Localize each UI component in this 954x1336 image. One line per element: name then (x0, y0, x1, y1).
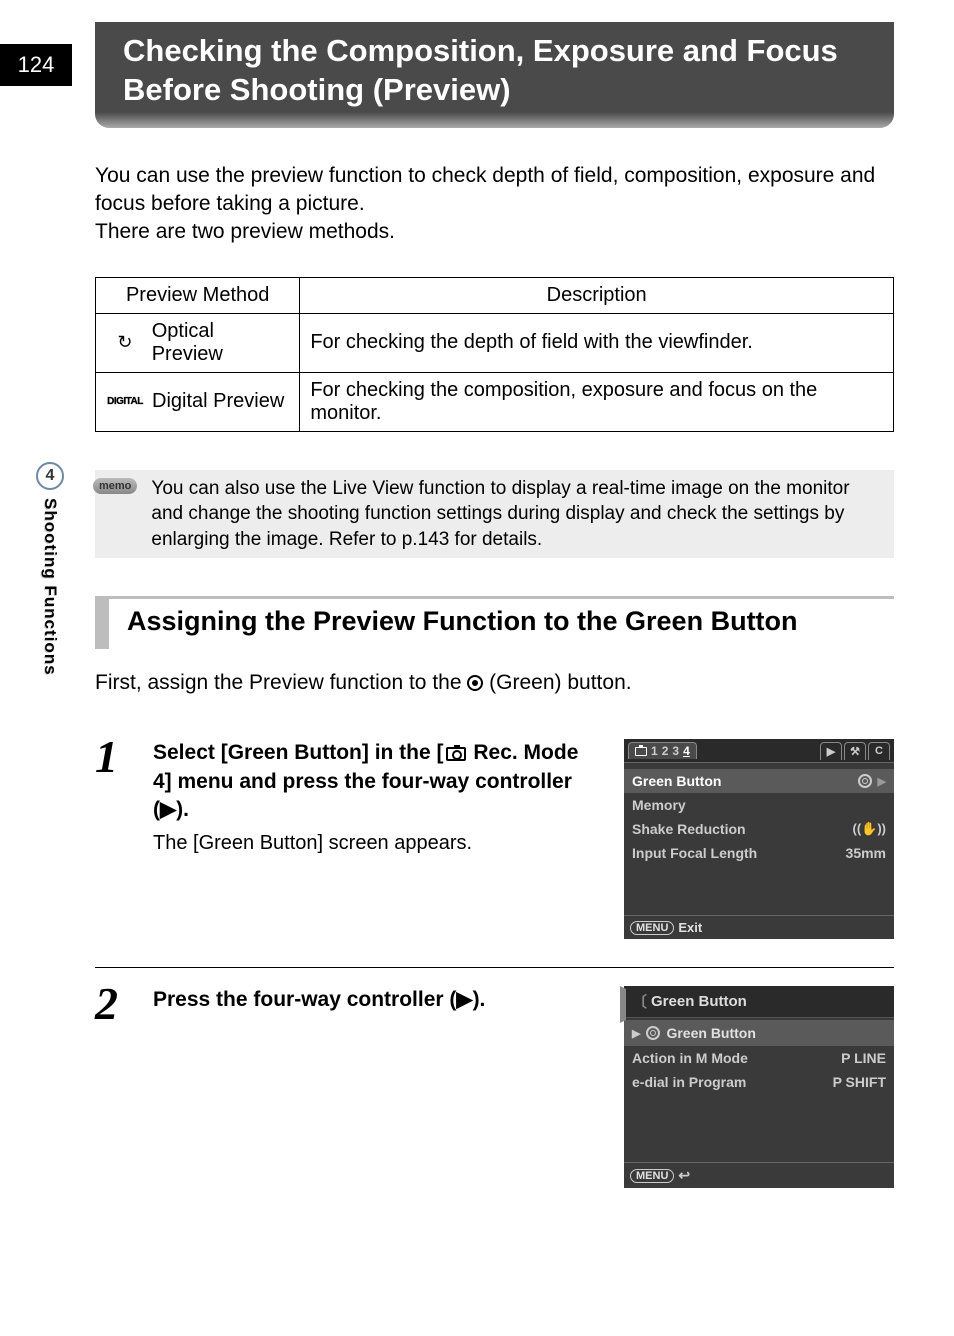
section-heading: Assigning the Preview Function to the Gr… (95, 596, 894, 649)
lcd-row-action-m-mode: Action in M Mode P LINE (632, 1046, 886, 1070)
table-header-method: Preview Method (96, 277, 300, 313)
menu-button-label: MENU (630, 921, 674, 935)
green-button-ring-icon (858, 774, 872, 788)
method-desc: For checking the depth of field with the… (300, 313, 894, 372)
lcd-screen-green-button: 〔Green Button ▶ Green Button Action in M… (624, 986, 894, 1188)
chapter-label: Shooting Functions (40, 498, 60, 676)
green-button-ring-icon (646, 1026, 660, 1040)
memo-callout: memo You can also use the Live View func… (95, 470, 894, 559)
table-row: DIGITAL Digital Preview For checking the… (96, 372, 894, 431)
step-title: Select [Green Button] in the [ Rec. Mode… (153, 739, 588, 824)
chapter-number: 4 (36, 462, 64, 490)
lcd-row-shake-reduction: Shake Reduction ((✋)) (632, 817, 886, 841)
lcd-row-green-button: Green Button ▶ (624, 769, 894, 793)
lcd-row-focal-length: Input Focal Length 35mm (632, 841, 886, 865)
page-number: 124 (0, 44, 72, 86)
lcd-tab-record: 1 2 3 4 (628, 742, 697, 759)
page-title-banner: Checking the Composition, Exposure and F… (95, 22, 894, 128)
step-title: Press the four-way controller (▶). (153, 986, 588, 1014)
lcd-screen-rec-mode: 1 2 3 4 ▶ ⚒ C Green Button ▶ (624, 739, 894, 939)
lcd-footer: MENU ↩ (624, 1162, 894, 1188)
optical-preview-icon: ↻ (110, 332, 140, 353)
step-2: 2 Press the four-way controller (▶). 〔Gr… (95, 986, 894, 1188)
lcd-selected-row: ▶ Green Button (624, 1020, 894, 1046)
triangle-right-icon: ▶ (632, 1027, 640, 1040)
table-row: ↻ Optical Preview For checking the depth… (96, 313, 894, 372)
lcd-title: 〔Green Button (624, 986, 894, 1018)
lcd-tab-custom-icon: C (868, 742, 890, 760)
preview-methods-table: Preview Method Description ↻ Optical Pre… (95, 277, 894, 432)
method-desc: For checking the composition, exposure a… (300, 372, 894, 431)
digital-preview-icon: DIGITAL (110, 395, 140, 408)
step-number: 1 (95, 739, 129, 776)
camera-icon (446, 747, 466, 761)
intro-text: You can use the preview function to chec… (95, 162, 894, 247)
lcd-footer: MENU Exit (624, 915, 894, 939)
side-tab: 4 Shooting Functions (30, 462, 70, 676)
method-name: Digital Preview (152, 390, 284, 413)
green-button-icon (467, 675, 483, 691)
shake-reduction-icon: ((✋)) (852, 821, 886, 837)
step-body: The [Green Button] screen appears. (153, 832, 588, 855)
camera-mini-icon (635, 747, 647, 756)
step-divider (95, 967, 894, 968)
lcd-tab-playback-icon: ▶ (820, 742, 842, 760)
lcd-tab-setup-icon: ⚒ (844, 742, 866, 760)
step-1: 1 Select [Green Button] in the [ Rec. Mo… (95, 739, 894, 939)
lcd-row-memory: Memory (632, 793, 886, 817)
method-name: Optical Preview (152, 320, 290, 366)
chevron-right-icon: ▶ (878, 775, 886, 788)
memo-text: You can also use the Live View function … (151, 476, 886, 553)
lcd-row-edial-program: e-dial in Program P SHIFT (632, 1070, 886, 1094)
memo-badge-icon: memo (93, 478, 137, 494)
section-intro: First, assign the Preview function to th… (95, 671, 894, 695)
back-arrow-icon: ↩ (678, 1167, 690, 1184)
table-header-desc: Description (300, 277, 894, 313)
step-number: 2 (95, 986, 129, 1023)
menu-button-label: MENU (630, 1169, 674, 1183)
